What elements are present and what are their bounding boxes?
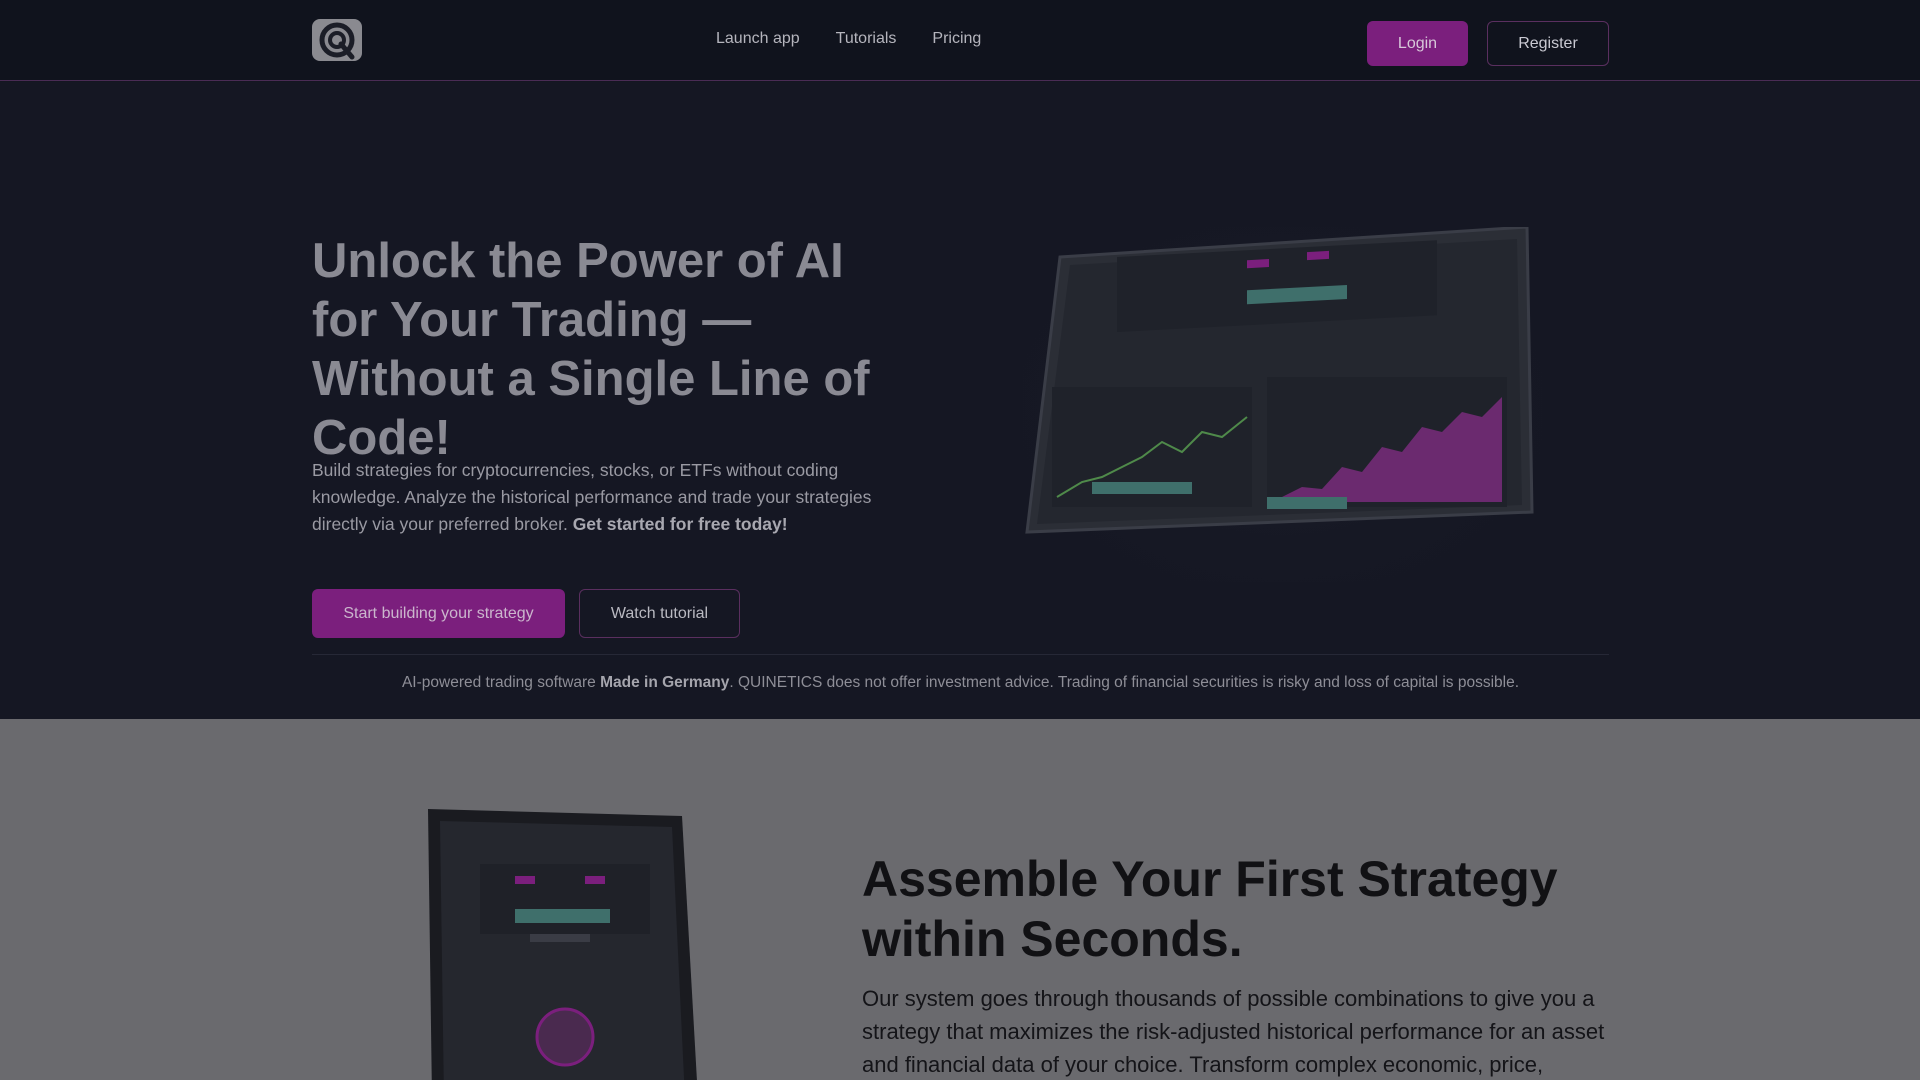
- hero-section: Unlock the Power of AI for Your Trading …: [0, 82, 1920, 719]
- start-building-button[interactable]: Start building your strategy: [312, 589, 565, 638]
- hero-description: Build strategies for cryptocurrencies, s…: [312, 457, 872, 538]
- quinetics-logo[interactable]: [312, 19, 362, 61]
- watch-tutorial-button[interactable]: Watch tutorial: [579, 589, 740, 638]
- disclaimer-prefix: AI-powered trading software: [401, 674, 601, 691]
- register-button[interactable]: Register: [1487, 21, 1609, 66]
- login-button[interactable]: Login: [1367, 21, 1468, 66]
- nav-link-pricing[interactable]: Pricing: [932, 30, 981, 48]
- nav-link-tutorials[interactable]: Tutorials: [836, 30, 897, 48]
- hero-divider: [312, 654, 1609, 655]
- disclaimer-made-in-germany: Made in Germany: [600, 674, 730, 691]
- strategy-section: Assemble Your First Strategy within Seco…: [0, 719, 1920, 1080]
- hero-title: Unlock the Power of AI for Your Trading …: [312, 234, 870, 465]
- mobile-app-preview-image: [420, 809, 710, 1080]
- nav-links: Launch app Tutorials Pricing: [716, 30, 981, 48]
- disclaimer-suffix: . QUINETICS does not offer investment ad…: [729, 674, 1520, 691]
- disclaimer-text: AI-powered trading software Made in Germ…: [312, 674, 1609, 692]
- nav-link-launch-app[interactable]: Launch app: [716, 30, 800, 48]
- app-preview-tablet-image: [1012, 217, 1552, 597]
- section-title: Assemble Your First Strategy within Seco…: [862, 851, 1558, 967]
- section-text: Our system goes through thousands of pos…: [862, 986, 1605, 1077]
- top-navbar: Launch app Tutorials Pricing Login Regis…: [0, 0, 1920, 81]
- hero-description-cta: Get started for free today!: [572, 514, 788, 534]
